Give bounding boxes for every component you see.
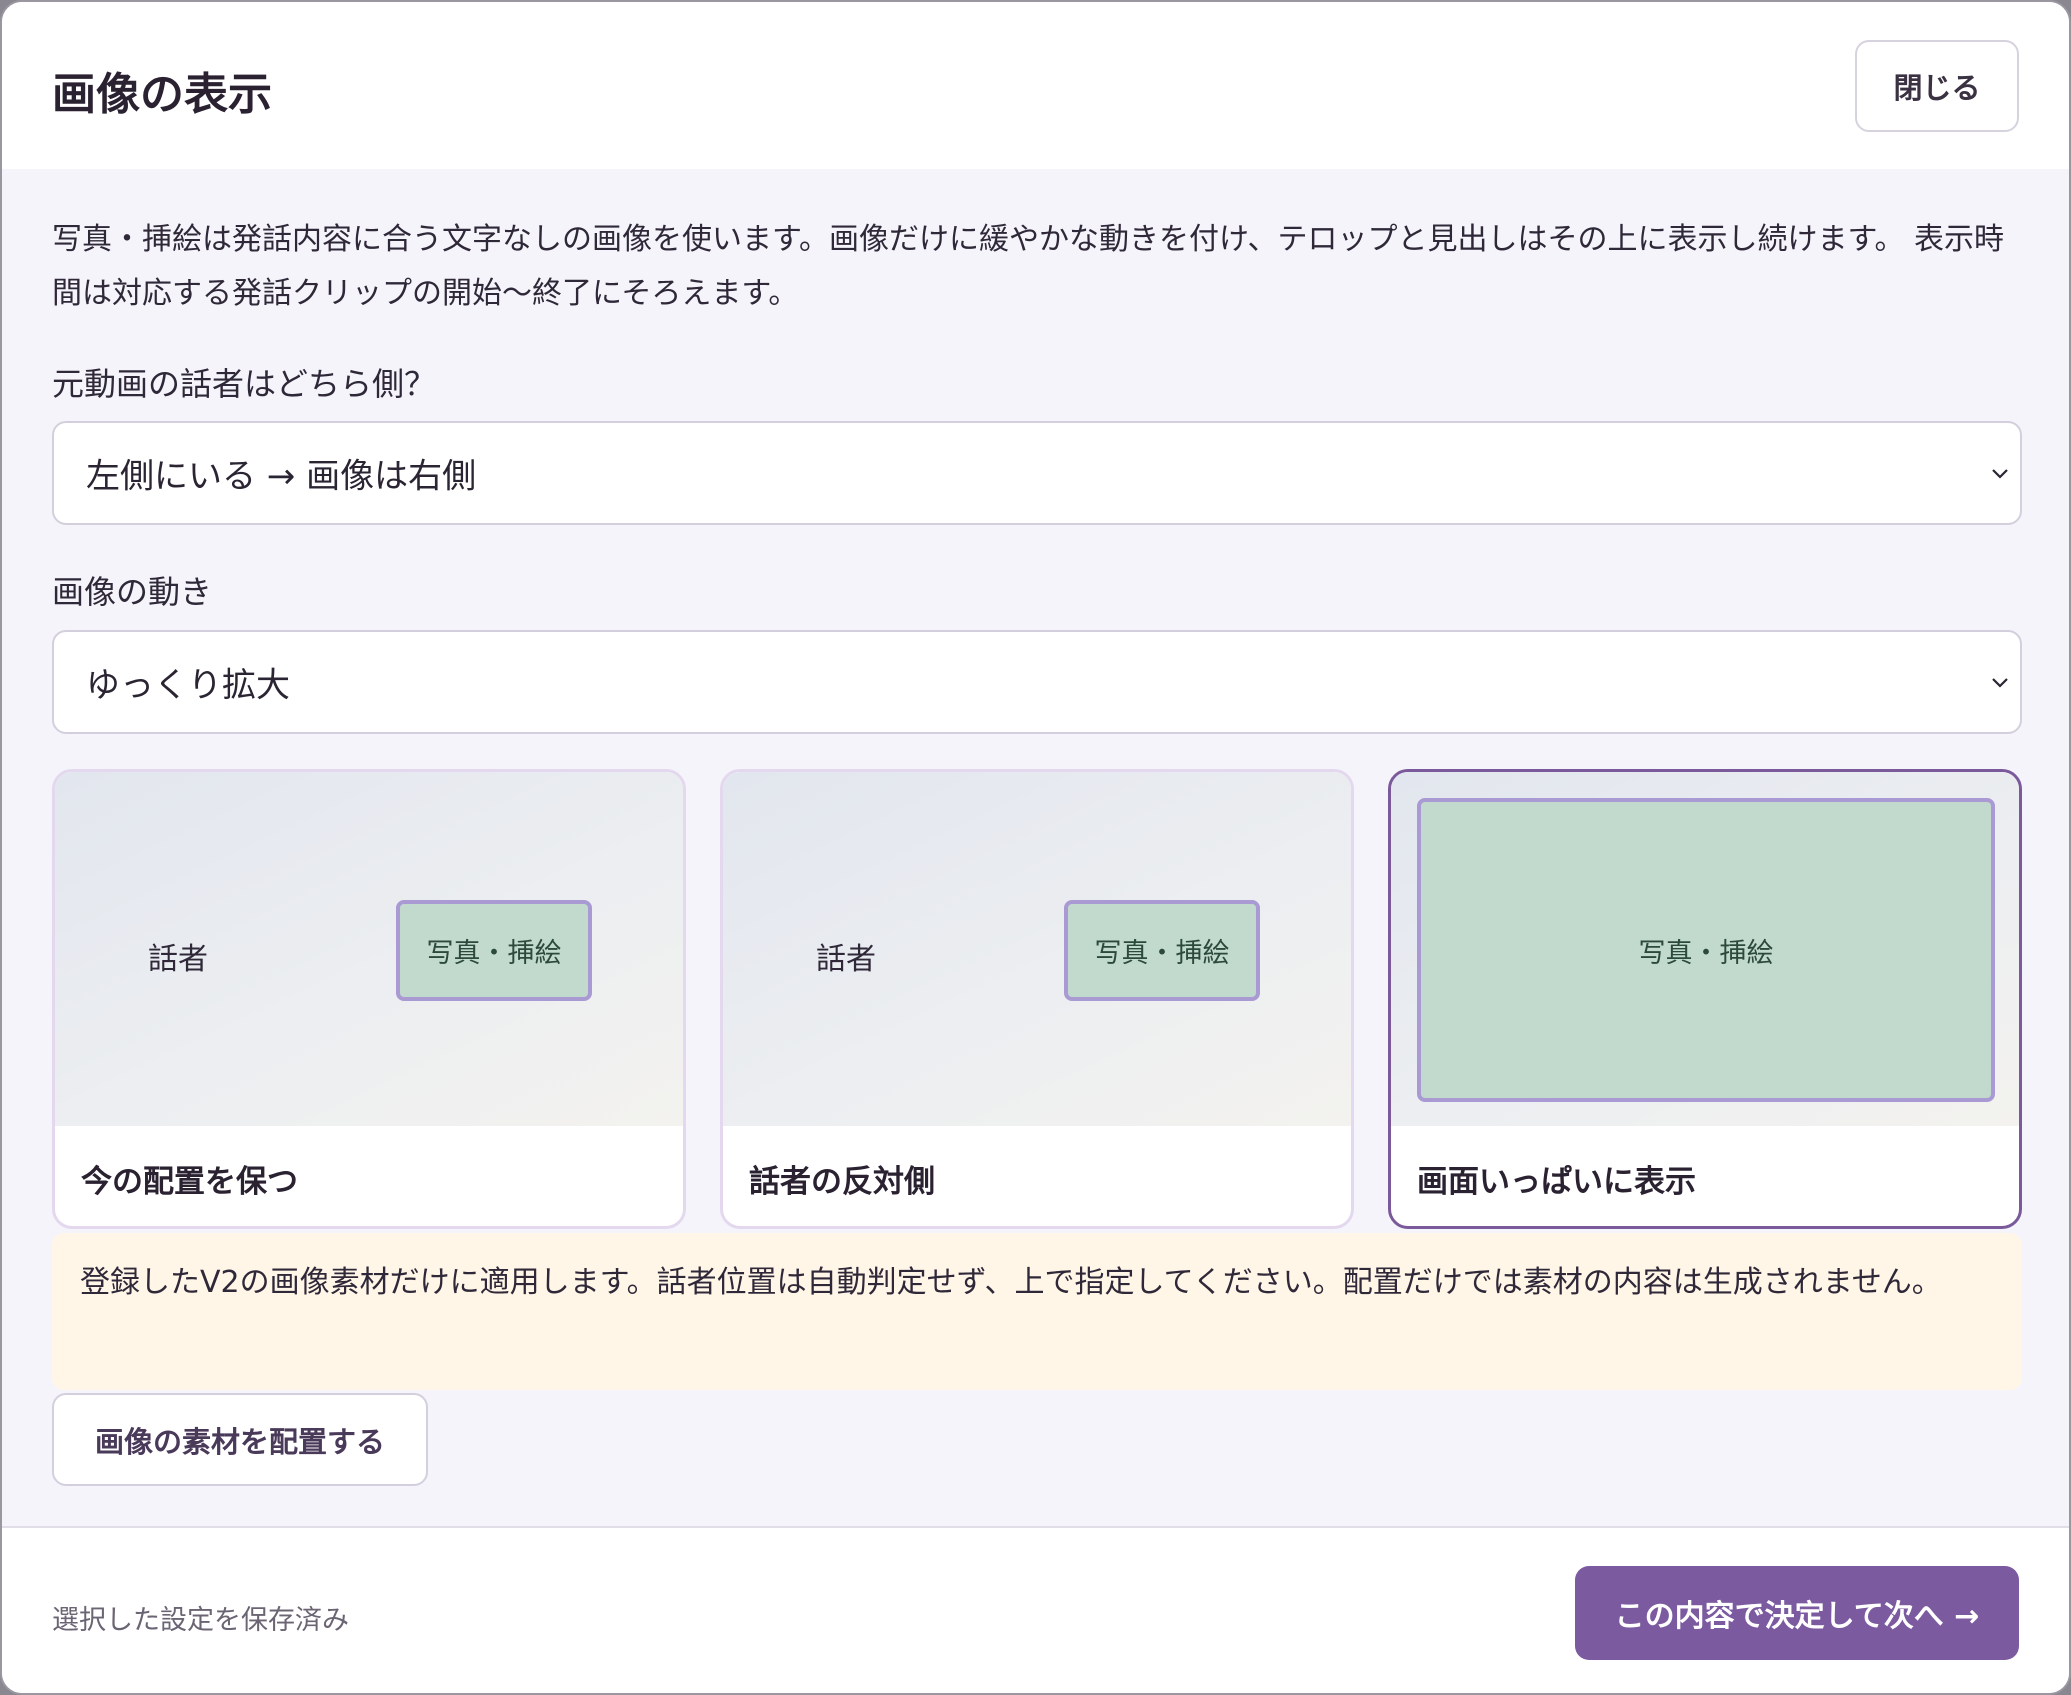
chevron-down-icon [1992,469,2008,479]
close-button[interactable]: 閉じる [1855,40,2019,132]
speaker-label: 話者 [816,942,876,977]
info-note-text: 登録したV2の画像素材だけに適用します。話者位置は自動判定せず、上で指定してくだ… [80,1265,1942,1300]
motion-label: 画像の動き [52,573,213,611]
place-image-assets-button[interactable]: 画像の素材を配置する [52,1393,428,1486]
dialog-header: 画像の表示 閉じる [2,2,2069,169]
image-display-dialog: 画像の表示 閉じる 写真・挿絵は発話内容に合う文字なしの画像を使います。画像だけ… [0,0,2071,1695]
layout-preview: 話者 写真・挿絵 [723,772,1351,1126]
layout-preview: 話者 写真・挿絵 [55,772,683,1126]
layout-option-caption: 画面いっぱいに表示 [1417,1164,1696,1200]
chevron-down-icon [1992,678,2008,688]
layout-option-caption: 話者の反対側 [749,1164,935,1200]
motion-select[interactable]: ゆっくり拡大 [52,630,2022,734]
layout-preview: 写真・挿絵 [1391,772,2019,1126]
layout-option-cards: 話者 写真・挿絵 今の配置を保つ 話者 写真・挿絵 話者の反対側 写真・挿絵 画… [52,769,2022,1229]
confirm-next-button[interactable]: この内容で決定して次へ → [1575,1566,2019,1660]
speaker-label: 話者 [148,942,208,977]
image-placeholder: 写真・挿絵 [1417,798,1995,1102]
info-note: 登録したV2の画像素材だけに適用します。話者位置は自動判定せず、上で指定してくだ… [52,1233,2022,1390]
save-status-text: 選択した設定を保存済み [52,1605,349,1636]
image-placeholder: 写真・挿絵 [1064,900,1260,1001]
dialog-title: 画像の表示 [52,69,272,120]
speaker-side-value: 左側にいる → 画像は右側 [86,456,477,497]
motion-value: ゆっくり拡大 [86,665,290,706]
dialog-footer: 選択した設定を保存済み この内容で決定して次へ → [2,1526,2069,1693]
layout-option-opposite[interactable]: 話者 写真・挿絵 話者の反対側 [720,769,1354,1229]
speaker-side-select[interactable]: 左側にいる → 画像は右側 [52,421,2022,525]
image-placeholder: 写真・挿絵 [396,900,592,1001]
description-text: 写真・挿絵は発話内容に合う文字なしの画像を使います。画像だけに緩やかな動きを付け… [52,222,2005,311]
speaker-side-label: 元動画の話者はどちら側？ [52,365,437,403]
layout-option-fullscreen[interactable]: 写真・挿絵 画面いっぱいに表示 [1388,769,2022,1229]
layout-option-keep[interactable]: 話者 写真・挿絵 今の配置を保つ [52,769,686,1229]
layout-option-caption: 今の配置を保つ [81,1164,298,1200]
